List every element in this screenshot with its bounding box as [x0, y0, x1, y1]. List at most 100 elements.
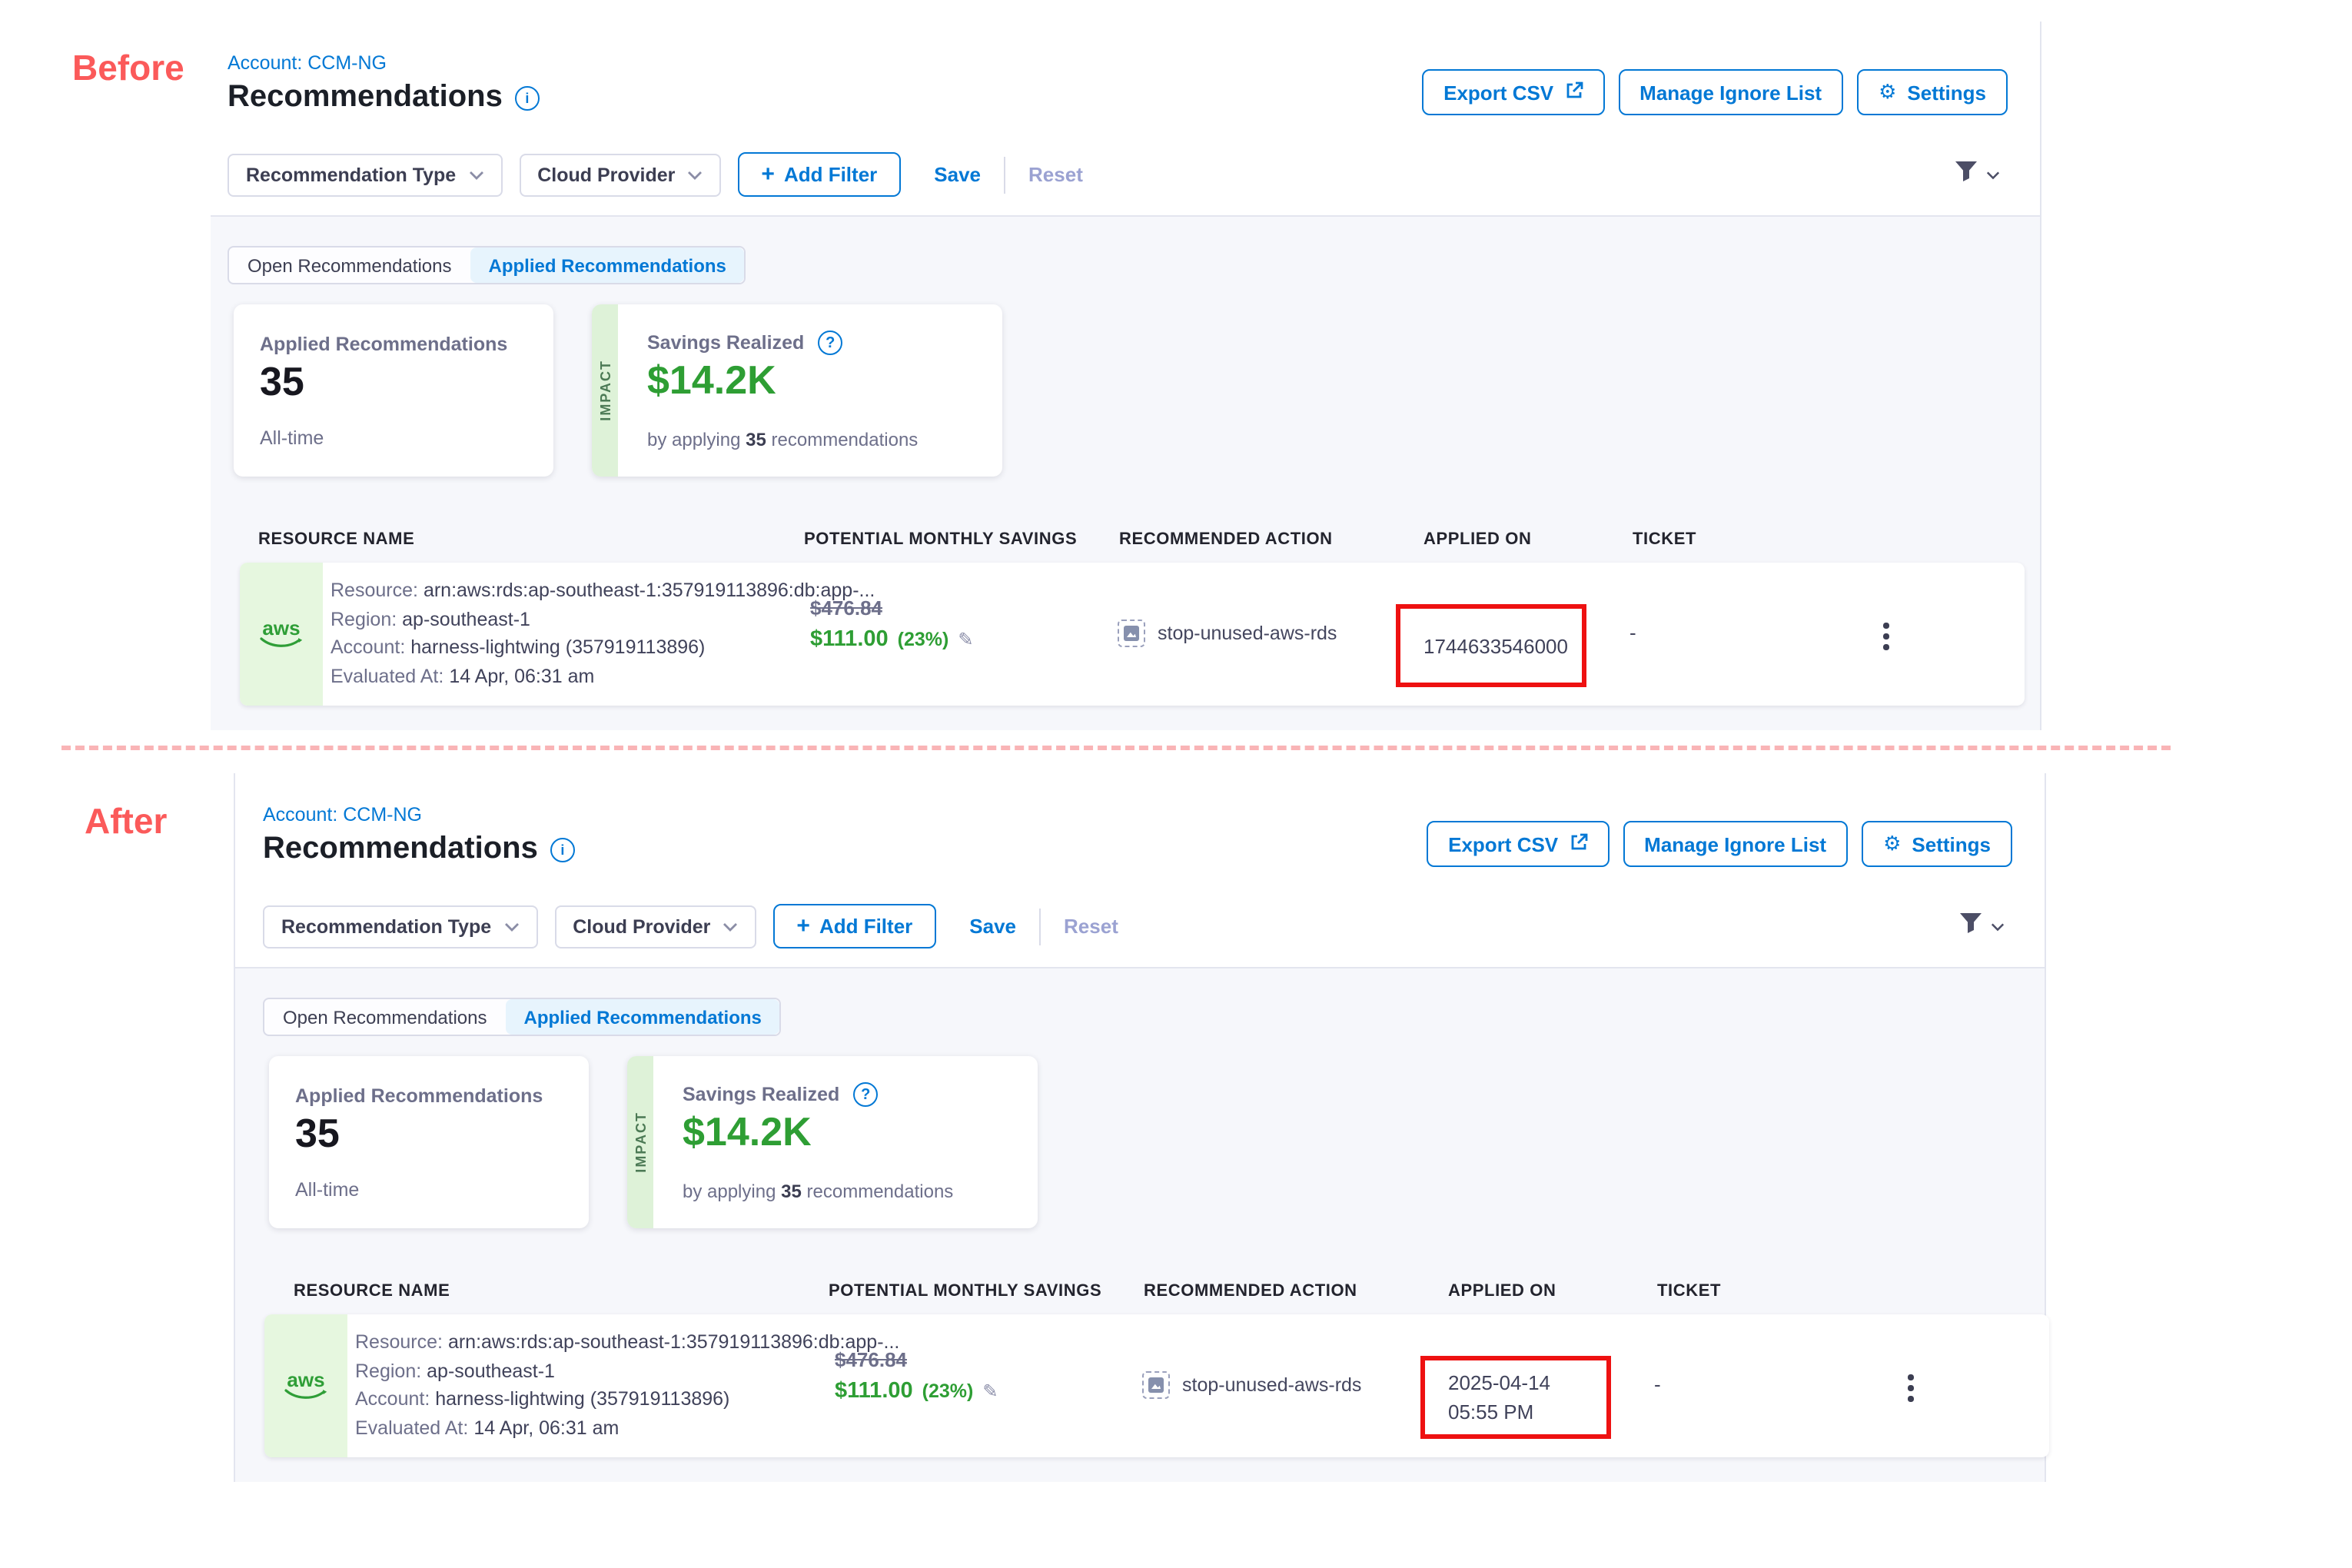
column-resource-name: RESOURCE NAME	[258, 530, 414, 549]
rule-icon	[1118, 620, 1145, 647]
info-icon[interactable]: i	[550, 837, 575, 862]
impact-badge: IMPACT	[627, 1056, 653, 1228]
column-recommended-action: RECOMMENDED ACTION	[1144, 1282, 1357, 1301]
savings-realized-card: IMPACT Savings Realized ? $14.2K by appl…	[627, 1056, 1038, 1228]
savings-realized-card: IMPACT Savings Realized ? $14.2K by appl…	[592, 304, 1002, 477]
recommended-action-cell: stop-unused-aws-rds	[1118, 620, 1337, 647]
export-csv-button[interactable]: Export CSV	[1427, 821, 1609, 867]
resource-details: Resource: arn:aws:rds:ap-southeast-1:357…	[331, 576, 875, 690]
aws-smile-icon	[284, 1387, 327, 1401]
applied-recommendations-card: Applied Recommendations 35 All-time	[269, 1056, 589, 1228]
tab-applied-recommendations[interactable]: Applied Recommendations	[470, 247, 745, 283]
page-title: Recommendations i	[228, 80, 540, 115]
potential-savings-cell: $476.84 $111.00 (23%) ✎	[835, 1348, 998, 1404]
export-csv-button[interactable]: Export CSV	[1422, 69, 1604, 115]
recommended-action-cell: stop-unused-aws-rds	[1142, 1371, 1361, 1399]
add-filter-button[interactable]: + Add Filter	[738, 152, 900, 197]
help-icon[interactable]: ?	[853, 1082, 878, 1107]
column-potential-savings: POTENTIAL MONTHLY SAVINGS	[804, 530, 1077, 549]
header-actions: Export CSV Manage Ignore List ⚙ Settings	[1422, 69, 2008, 115]
after-annotation-label: After	[85, 801, 167, 842]
tab-applied-recommendations[interactable]: Applied Recommendations	[506, 999, 780, 1035]
manage-ignore-list-button[interactable]: Manage Ignore List	[1618, 69, 1843, 115]
page-header: Account: CCM-NG Recommendations i Export…	[235, 773, 2045, 885]
applied-count: 35	[260, 358, 304, 406]
filter-divider	[1039, 908, 1041, 945]
account-breadcrumb[interactable]: Account: CCM-NG	[228, 52, 387, 74]
filter-bar: Recommendation Type Cloud Provider + Add…	[235, 884, 2045, 968]
save-filter-link[interactable]: Save	[969, 915, 1016, 938]
table-row[interactable]: aws Resource: arn:aws:rds:ap-southeast-1…	[264, 1314, 2049, 1457]
reset-filter-link[interactable]: Reset	[1028, 163, 1083, 186]
edit-pencil-icon[interactable]: ✎	[982, 1380, 998, 1402]
applied-count: 35	[295, 1110, 340, 1158]
chevron-down-icon	[723, 922, 738, 931]
column-applied-on: APPLIED ON	[1448, 1282, 1556, 1301]
column-ticket: TICKET	[1633, 530, 1696, 549]
external-link-icon	[1569, 832, 1587, 855]
gear-icon: ⚙	[1879, 80, 1896, 105]
filter-panel-toggle[interactable]	[1954, 160, 2000, 191]
table-row[interactable]: aws Resource: arn:aws:rds:ap-southeast-1…	[240, 563, 2025, 706]
ticket-cell: -	[1629, 621, 1636, 644]
applied-on-date: 2025-04-14	[1448, 1368, 1606, 1397]
applied-on-highlight-box: 1744633546000	[1396, 604, 1586, 687]
original-cost: $476.84	[835, 1348, 998, 1371]
header-actions: Export CSV Manage Ignore List ⚙ Settings	[1427, 821, 2012, 867]
plus-icon: +	[761, 161, 775, 188]
chevron-down-icon	[468, 170, 483, 179]
comparison-canvas: Before After Account: CCM-NG Recommendat…	[0, 0, 2352, 1568]
column-resource-name: RESOURCE NAME	[294, 1282, 450, 1301]
help-icon[interactable]: ?	[818, 331, 842, 355]
funnel-icon	[1954, 160, 1978, 191]
applied-on-time: 05:55 PM	[1448, 1397, 1606, 1427]
tab-open-recommendations[interactable]: Open Recommendations	[229, 247, 470, 283]
chevron-down-icon	[1991, 922, 2005, 932]
realized-savings: $111.00	[835, 1379, 913, 1404]
manage-ignore-list-button[interactable]: Manage Ignore List	[1623, 821, 1848, 867]
recommendations-tabs: Open Recommendations Applied Recommendat…	[228, 246, 746, 284]
reset-filter-link[interactable]: Reset	[1064, 915, 1118, 938]
funnel-icon	[1958, 912, 1983, 942]
plus-icon: +	[796, 913, 810, 939]
add-filter-button[interactable]: + Add Filter	[773, 904, 935, 948]
row-menu-icon[interactable]	[1880, 620, 1892, 653]
impact-badge: IMPACT	[592, 304, 618, 477]
edit-pencil-icon[interactable]: ✎	[958, 629, 973, 650]
after-panel: Account: CCM-NG Recommendations i Export…	[234, 773, 2046, 1482]
cloud-provider-filter[interactable]: Cloud Provider	[554, 905, 756, 948]
cloud-provider-filter[interactable]: Cloud Provider	[519, 153, 721, 196]
column-applied-on: APPLIED ON	[1423, 530, 1531, 549]
column-recommended-action: RECOMMENDED ACTION	[1119, 530, 1333, 549]
filter-panel-toggle[interactable]	[1958, 912, 2005, 942]
chevron-down-icon	[687, 170, 703, 179]
ticket-cell: -	[1654, 1373, 1661, 1396]
filter-divider	[1004, 156, 1005, 193]
recommendation-type-filter[interactable]: Recommendation Type	[228, 153, 502, 196]
page-title: Recommendations i	[263, 832, 575, 867]
row-menu-icon[interactable]	[1905, 1371, 1916, 1404]
original-cost: $476.84	[810, 596, 973, 620]
applied-recommendations-card: Applied Recommendations 35 All-time	[234, 304, 553, 477]
before-panel: Account: CCM-NG Recommendations i Export…	[211, 22, 2041, 730]
resource-details: Resource: arn:aws:rds:ap-southeast-1:357…	[355, 1328, 899, 1442]
save-filter-link[interactable]: Save	[934, 163, 981, 186]
column-potential-savings: POTENTIAL MONTHLY SAVINGS	[829, 1282, 1101, 1301]
account-breadcrumb[interactable]: Account: CCM-NG	[263, 804, 422, 826]
rule-icon	[1142, 1371, 1170, 1399]
external-link-icon	[1564, 81, 1583, 104]
tab-open-recommendations[interactable]: Open Recommendations	[264, 999, 506, 1035]
before-after-divider	[61, 746, 2171, 750]
savings-amount: $14.2K	[647, 357, 776, 404]
gear-icon: ⚙	[1883, 832, 1901, 856]
aws-smile-icon	[260, 636, 303, 649]
settings-button[interactable]: ⚙ Settings	[1857, 69, 2008, 115]
before-annotation-label: Before	[72, 48, 184, 89]
savings-amount: $14.2K	[683, 1108, 812, 1156]
recommendation-type-filter[interactable]: Recommendation Type	[263, 905, 537, 948]
cloud-provider-strip: aws	[240, 563, 323, 706]
info-icon[interactable]: i	[515, 85, 540, 110]
page-header: Account: CCM-NG Recommendations i Export…	[211, 22, 2040, 134]
chevron-down-icon	[503, 922, 519, 931]
settings-button[interactable]: ⚙ Settings	[1862, 821, 2012, 867]
